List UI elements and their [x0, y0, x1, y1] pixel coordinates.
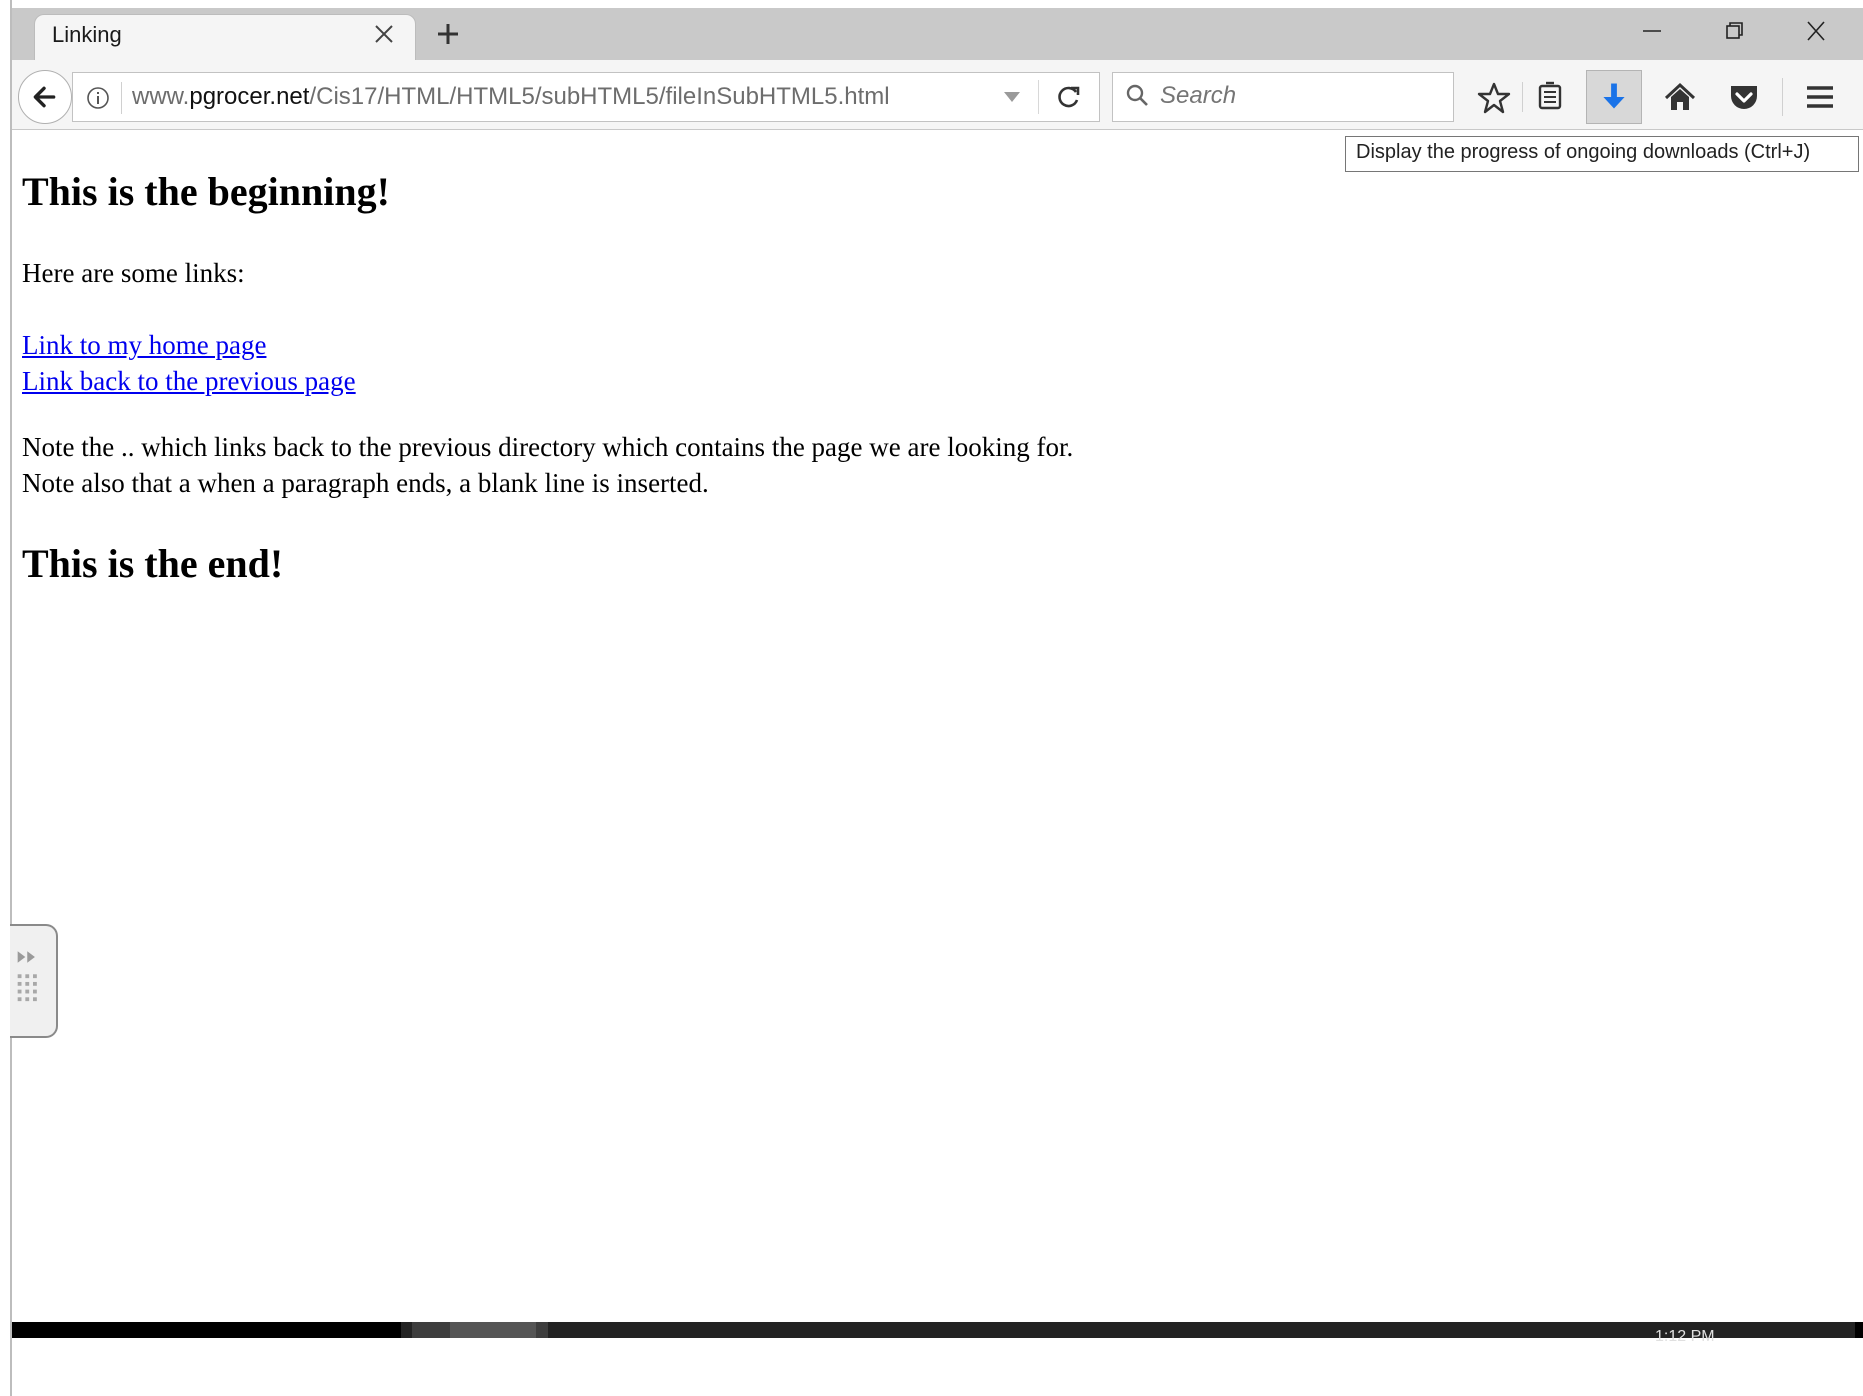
- intro-text: Here are some links:: [22, 258, 245, 288]
- search-input[interactable]: [1158, 74, 1448, 118]
- bookmark-star-icon[interactable]: [1466, 70, 1522, 124]
- url-path: /Cis17/HTML/HTML5/subHTML5/fileInSubHTML…: [309, 83, 890, 110]
- downloads-tooltip: Display the progress of ongoing download…: [1345, 136, 1859, 172]
- link-previous-page[interactable]: Link back to the previous page: [22, 366, 356, 397]
- window-left-edge: [0, 0, 12, 1396]
- toolbar-divider-2: [1782, 78, 1783, 116]
- hamburger-menu-icon[interactable]: [1792, 70, 1848, 124]
- reload-icon[interactable]: [1052, 80, 1086, 114]
- video-progress-fill: [12, 1322, 401, 1338]
- url-history-dropdown-icon[interactable]: [1000, 86, 1024, 108]
- url-divider: [121, 82, 122, 114]
- pocket-icon[interactable]: [1716, 70, 1772, 124]
- expand-grip-icon: [17, 951, 37, 1002]
- close-tab-icon[interactable]: [370, 20, 398, 48]
- restore-window-icon[interactable]: [1714, 14, 1754, 48]
- browser-window: Linking www.pgrocer.net/Cis17/HTML/HTML5…: [0, 0, 1863, 1396]
- new-tab-plus-icon[interactable]: [432, 18, 464, 50]
- minimize-window-icon[interactable]: [1632, 14, 1672, 48]
- link-home-page[interactable]: Link to my home page: [22, 330, 266, 361]
- download-arrow-icon[interactable]: [1586, 70, 1642, 124]
- url-divider-2: [1038, 80, 1039, 114]
- video-scrub-thumb[interactable]: [450, 1322, 536, 1338]
- url-prefix: www.: [132, 83, 190, 110]
- close-window-icon[interactable]: [1796, 14, 1836, 48]
- url-text[interactable]: www.pgrocer.net/Cis17/HTML/HTML5/subHTML…: [132, 83, 890, 111]
- site-info-icon[interactable]: [84, 84, 112, 112]
- video-progress-bar[interactable]: [12, 1322, 1863, 1338]
- home-icon[interactable]: [1652, 70, 1708, 124]
- side-panel-handle[interactable]: [10, 924, 58, 1038]
- heading-beginning: This is the beginning!: [22, 169, 390, 214]
- search-icon: [1124, 82, 1152, 110]
- note-paragraph-1: Note the .. which links back to the prev…: [22, 432, 1074, 462]
- url-host: pgrocer.net: [189, 83, 310, 110]
- tab-title: Linking: [52, 22, 122, 47]
- bookmarks-menu-icon[interactable]: [1522, 70, 1578, 124]
- video-bar-end: [1855, 1322, 1863, 1338]
- back-arrow-icon[interactable]: [18, 70, 72, 124]
- taskbar-clock: 1:12 PM: [1655, 1328, 1715, 1345]
- heading-end: This is the end!: [22, 541, 284, 586]
- note-paragraph-2: Note also that a when a paragraph ends, …: [22, 468, 709, 498]
